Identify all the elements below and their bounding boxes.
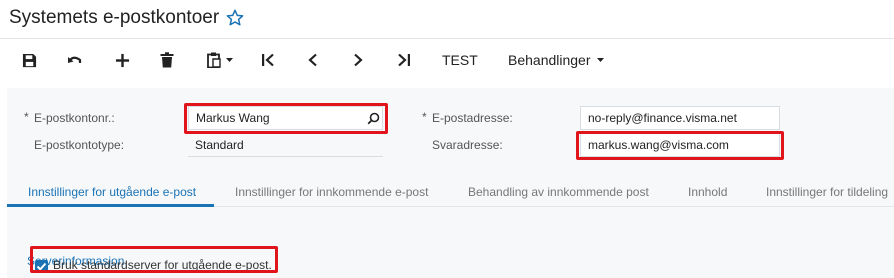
delete-button[interactable] [157,47,177,73]
reply-address-highlight [576,131,784,160]
chevron-left-icon [308,53,317,67]
first-icon [262,53,274,67]
actions-menu-label: Behandlinger [508,52,591,68]
chevron-right-icon [354,53,363,67]
form-area: * E-postkontonr.: Markus Wang E-postkont… [7,88,894,278]
add-button[interactable] [112,47,132,73]
toolbar: TEST Behandlinger [0,39,894,81]
test-button[interactable]: TEST [442,47,478,73]
required-marker: * [422,110,427,124]
next-record-button[interactable] [347,47,369,73]
last-record-button[interactable] [393,47,415,73]
trash-icon [160,52,174,68]
actions-menu-button[interactable]: Behandlinger [508,47,605,73]
plus-icon [115,53,129,67]
undo-icon [68,56,82,63]
tab-incoming-settings[interactable]: Innstillinger for innkommende e-post [235,185,428,199]
caret-down-icon [596,58,604,62]
account-type-field[interactable]: Standard [188,133,383,157]
undo-button[interactable] [65,47,85,73]
copy-paste-button[interactable] [201,47,239,73]
tab-assignment-settings[interactable]: Innstillinger for tildeling [766,185,888,199]
previous-record-button[interactable] [302,47,324,73]
tab-content[interactable]: Innhold [688,185,727,199]
email-address-value: no-reply@finance.visma.net [588,111,737,125]
email-address-label: E-postadresse: [432,111,513,125]
save-icon [22,53,36,67]
clipboard-icon [206,52,221,68]
last-icon [398,53,410,67]
first-record-button[interactable] [257,47,279,73]
email-address-field[interactable]: no-reply@finance.visma.net [580,106,780,130]
required-marker: * [24,110,29,124]
caret-down-icon [225,58,233,62]
account-number-highlight [184,103,388,134]
active-tab-indicator [7,204,214,207]
tab-incoming-processing[interactable]: Behandling av innkommende post [468,185,649,199]
page-title: Systemets e-postkontoer [9,7,220,28]
tab-bar: Innstillinger for utgående e-post Innsti… [7,180,894,207]
tab-outgoing-settings[interactable]: Innstillinger for utgående e-post [28,185,196,199]
title-bar: Systemets e-postkontoer [0,0,894,39]
account-type-label: E-postkontotype: [34,138,125,152]
star-outline-icon[interactable] [225,8,245,28]
save-button[interactable] [19,47,39,73]
account-number-label: E-postkontonr.: [34,111,115,125]
default-server-highlight [30,246,278,273]
reply-address-label: Svaradresse: [432,138,503,152]
account-type-value: Standard [195,137,244,152]
